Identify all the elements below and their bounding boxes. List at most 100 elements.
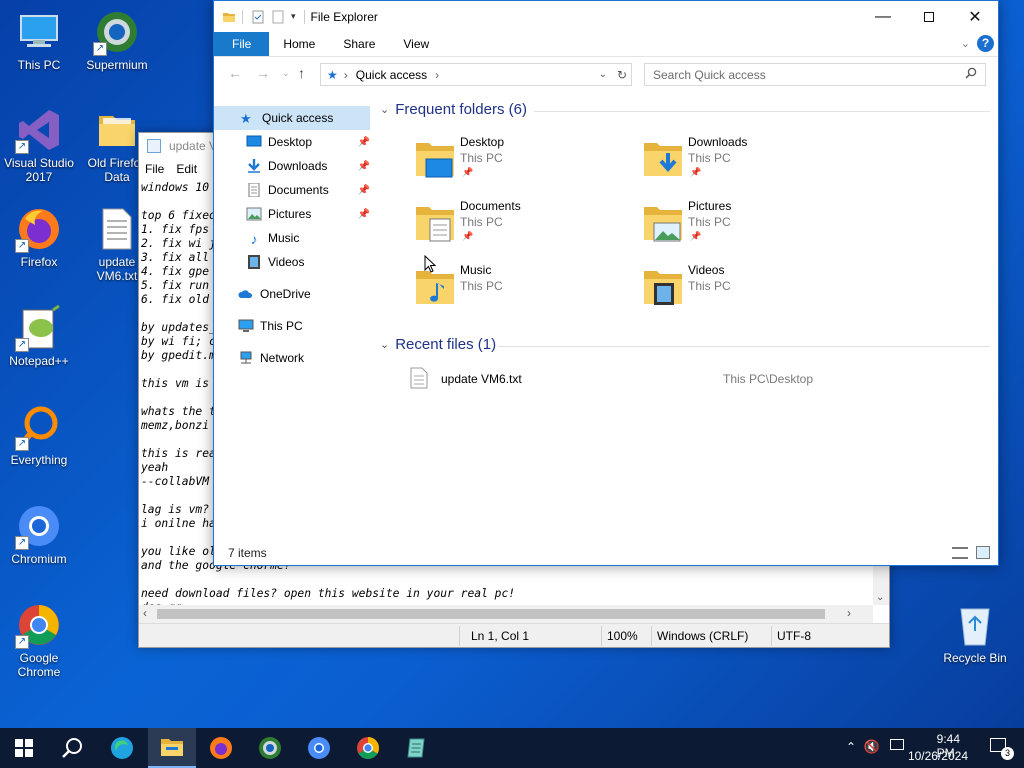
pin-icon: 📌 [357, 160, 370, 172]
notepad-menu-edit[interactable]: Edit [176, 162, 197, 176]
nav-item-downloads[interactable]: Downloads 📌 [214, 154, 374, 178]
search-icon [965, 67, 977, 82]
scroll-down-icon[interactable]: ⌄ [876, 592, 884, 603]
notepad-menu-file[interactable]: File [145, 162, 164, 176]
edge-icon [111, 737, 133, 759]
group-title: Recent files (1) [395, 336, 497, 353]
network-icon[interactable] [890, 739, 904, 750]
taskbar-chromium[interactable] [295, 728, 343, 768]
taskbar-notepad[interactable] [393, 728, 441, 768]
desktop-icon-notepad-plus-plus[interactable]: ↗ Notepad++ [0, 304, 78, 368]
new-folder-icon[interactable] [271, 10, 285, 24]
line-ending: Windows (CRLF) [657, 629, 749, 643]
close-button[interactable]: ✕ [952, 1, 998, 32]
large-icons-view-icon[interactable] [976, 546, 990, 559]
scroll-right-icon[interactable]: › [847, 606, 851, 620]
recent-locations-icon[interactable]: ⌄ [282, 68, 290, 79]
refresh-icon[interactable]: ↻ [617, 68, 627, 82]
pin-icon: 📌 [357, 136, 370, 148]
nav-item-network[interactable]: Network [214, 346, 374, 370]
chromium-icon: ↗ [15, 502, 63, 550]
folder-tile-downloads[interactable]: Downloads This PC 📌 [642, 135, 862, 189]
forward-arrow-icon[interactable]: → [256, 65, 270, 81]
folder-tile-videos[interactable]: Videos This PC [642, 263, 862, 317]
nav-item-documents[interactable]: Documents 📌 [214, 178, 374, 202]
nav-item-pictures[interactable]: Pictures 📌 [214, 202, 374, 226]
minimize-button[interactable]: — [860, 1, 906, 32]
desktop-icon-firefox[interactable]: ↗ Firefox [0, 205, 78, 269]
back-arrow-icon[interactable]: ← [228, 65, 242, 81]
recent-file-row[interactable]: update VM6.txt This PC\Desktop [404, 367, 1004, 391]
downloads-folder-icon [644, 143, 682, 176]
tab-file[interactable]: File [214, 32, 270, 56]
taskbar-firefox[interactable] [197, 728, 245, 768]
desktop-icon-this-pc[interactable]: This PC [0, 8, 78, 72]
desktop-icon-label: Chromium [11, 552, 67, 566]
quick-access-star-icon: ★ [240, 111, 252, 126]
address-bar[interactable]: ★ › Quick access › ⌄ ↻ [320, 63, 632, 86]
recent-file-path: This PC\Desktop [723, 372, 814, 386]
chromium-icon [308, 737, 330, 759]
nav-item-videos[interactable]: Videos [214, 250, 374, 274]
file-explorer-icon [161, 739, 183, 756]
folder-icon[interactable] [222, 10, 236, 24]
taskbar-google-chrome[interactable] [344, 728, 392, 768]
scroll-left-icon[interactable]: ‹ [143, 606, 147, 620]
expand-ribbon-icon[interactable]: ⌄ [961, 37, 970, 50]
nav-item-music[interactable]: ♪ Music [214, 226, 374, 250]
scrollbar-thumb[interactable] [157, 609, 825, 619]
nav-item-desktop[interactable]: Desktop 📌 [214, 130, 374, 154]
search-button[interactable] [48, 728, 96, 768]
sound-muted-icon[interactable]: 🔇 [864, 739, 880, 755]
nav-item-quick-access[interactable]: ★ Quick access [214, 106, 370, 130]
mouse-cursor-icon [424, 255, 436, 273]
desktop-icon-chromium[interactable]: ↗ Chromium [0, 502, 78, 566]
nav-item-onedrive[interactable]: OneDrive [214, 282, 374, 306]
explorer-status-bar: 7 items [214, 543, 998, 565]
nav-item-this-pc[interactable]: This PC [214, 314, 374, 338]
desktop-icon-supermium[interactable]: ↗ Supermium [78, 8, 156, 72]
folder-tile-documents[interactable]: Documents This PC 📌 [414, 199, 634, 253]
window-title: File Explorer [310, 9, 378, 24]
maximize-button[interactable] [906, 1, 952, 32]
folder-location: This PC [460, 151, 503, 165]
folder-tile-desktop[interactable]: Desktop This PC 📌 [414, 135, 634, 189]
folder-tile-pictures[interactable]: Pictures This PC 📌 [642, 199, 862, 253]
desktop-icon-visual-studio[interactable]: ↗ Visual Studio 2017 [0, 106, 78, 184]
file-explorer-window[interactable]: ▾ File Explorer — ✕ File Home Share View… [213, 0, 999, 566]
taskbar-edge[interactable] [98, 728, 146, 768]
notification-count-badge: 3 [1001, 747, 1014, 760]
taskbar-supermium[interactable] [246, 728, 294, 768]
desktop-icon [246, 135, 262, 147]
frequent-folders-header[interactable]: ⌄ Frequent folders (6) [380, 101, 527, 118]
address-dropdown-icon[interactable]: ⌄ [599, 69, 607, 80]
desktop-icon-label: Supermium [86, 58, 148, 72]
folder-location: This PC [460, 279, 503, 293]
taskbar-file-explorer[interactable] [148, 728, 196, 768]
properties-icon[interactable] [251, 10, 265, 24]
videos-folder-icon [644, 271, 682, 305]
desktop-icon-everything[interactable]: ↗ Everything [0, 403, 78, 467]
tab-view[interactable]: View [389, 32, 443, 56]
breadcrumb-quick-access[interactable]: Quick access [356, 68, 427, 82]
up-arrow-icon[interactable]: ↑ [298, 65, 305, 81]
desktop-icon-recycle-bin[interactable]: Recycle Bin [936, 601, 1014, 665]
recent-files-header[interactable]: ⌄ Recent files (1) [380, 336, 496, 353]
desktop-icon-google-chrome[interactable]: ↗ Google Chrome [0, 601, 78, 679]
group-divider [534, 111, 990, 112]
explorer-title-bar[interactable]: ▾ File Explorer — ✕ [214, 1, 998, 32]
tab-share[interactable]: Share [329, 32, 389, 56]
details-view-icon[interactable] [952, 547, 968, 559]
customize-toolbar-icon[interactable]: ▾ [291, 11, 296, 22]
search-input[interactable]: Search Quick access [644, 63, 986, 86]
help-icon[interactable]: ? [977, 35, 994, 52]
clock-date[interactable]: 10/26/2024 [908, 749, 968, 763]
show-hidden-icons-chevron-icon[interactable]: ⌃ [846, 740, 856, 754]
tab-home[interactable]: Home [269, 32, 329, 56]
windows-logo-icon [15, 739, 33, 757]
pin-icon: 📌 [690, 231, 702, 241]
folder-tile-music[interactable]: Music This PC [414, 263, 634, 317]
start-button[interactable] [0, 728, 48, 768]
notepad-horizontal-scrollbar[interactable]: ‹ › [139, 605, 873, 623]
downloads-icon [248, 159, 260, 173]
